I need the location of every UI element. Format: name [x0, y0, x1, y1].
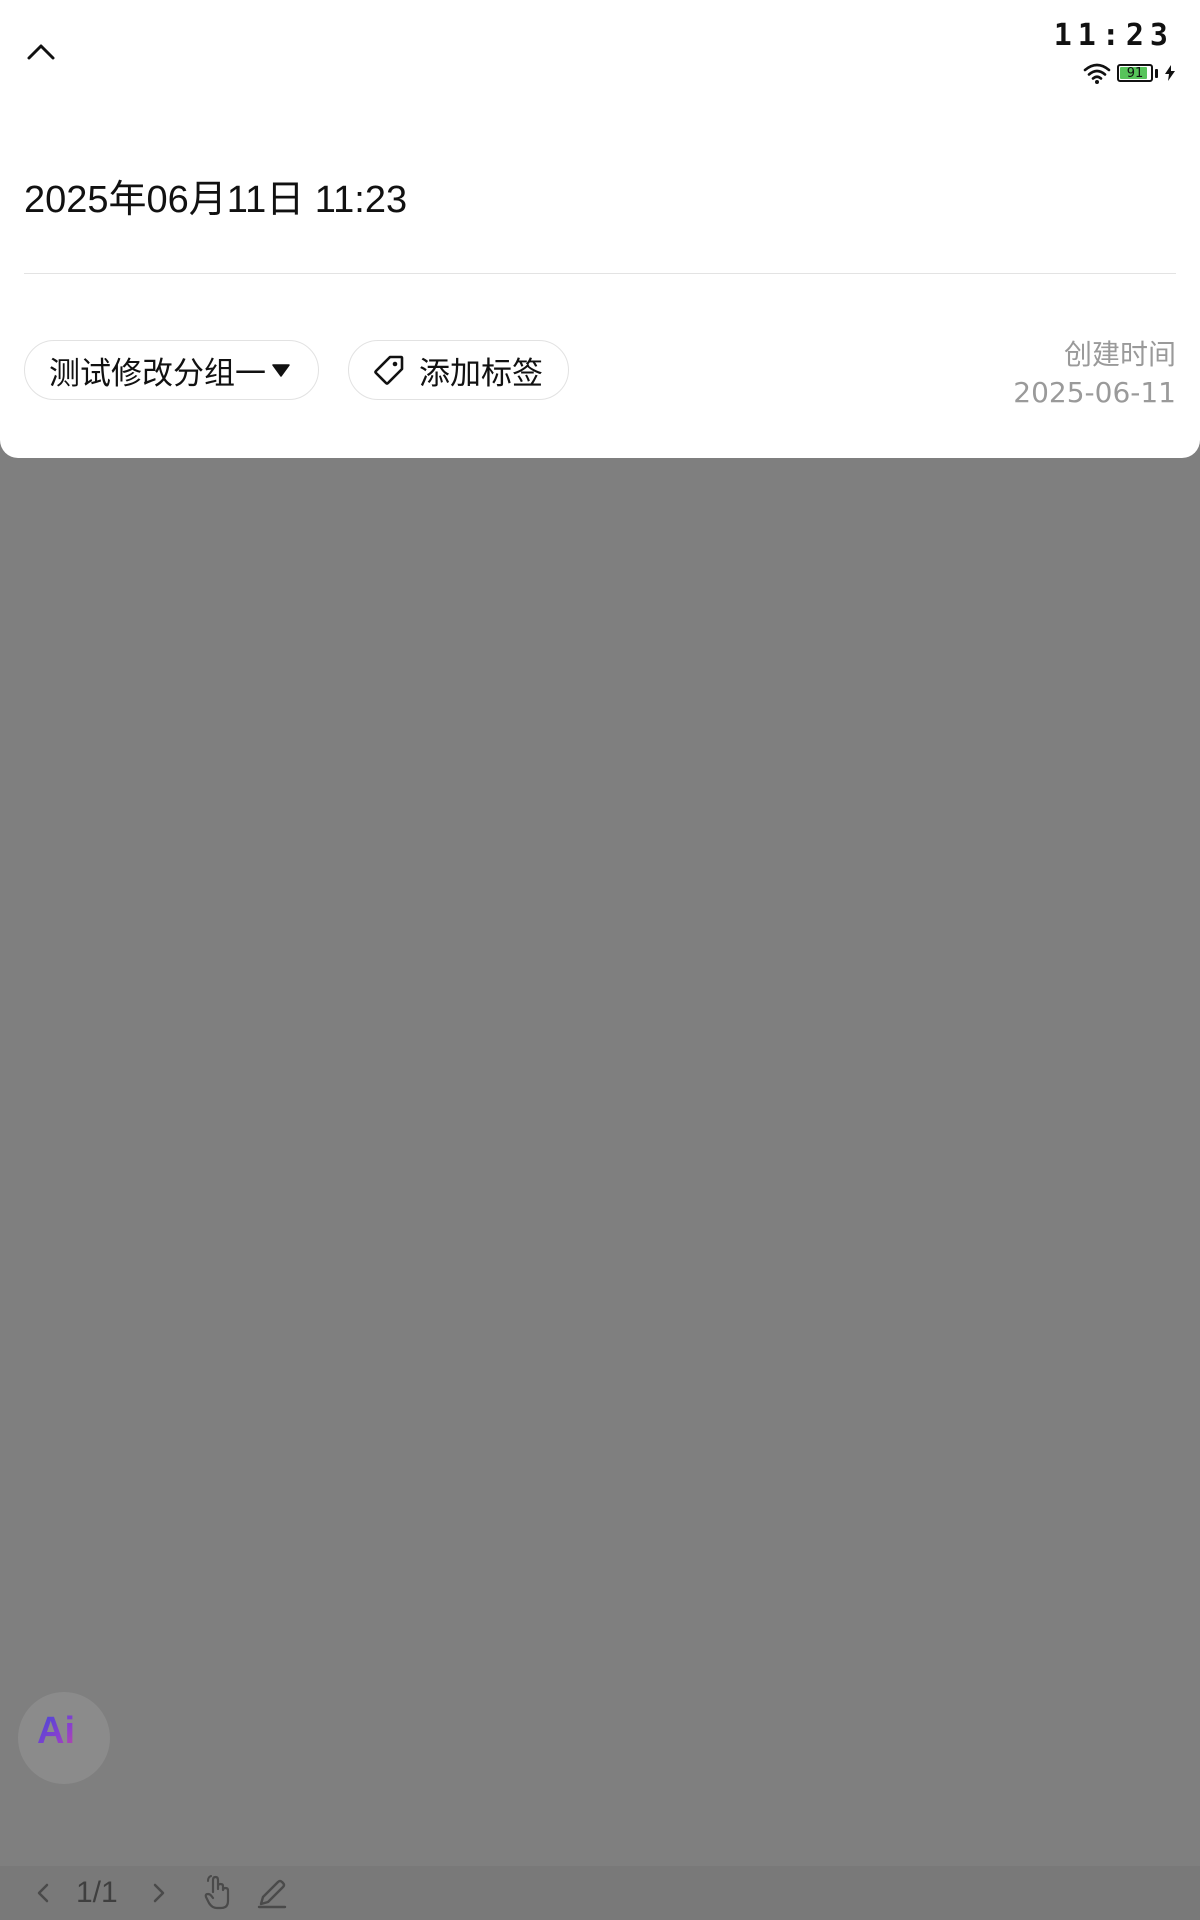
group-label: 测试修改分组一: [49, 355, 266, 392]
created-label: 创建时间: [1063, 338, 1176, 371]
collapse-button[interactable]: [18, 28, 64, 74]
wifi-icon: [1083, 63, 1111, 84]
next-page-button[interactable]: [144, 1882, 174, 1904]
add-tag-chip[interactable]: 添加标签: [348, 340, 569, 400]
pen-tool-button[interactable]: [252, 1876, 292, 1910]
charging-bolt-icon: [1165, 65, 1175, 81]
note-title[interactable]: 2025年06月11日 11:23: [24, 168, 407, 223]
group-selector-chip[interactable]: 测试修改分组一: [24, 340, 319, 400]
prev-page-button[interactable]: [28, 1882, 58, 1904]
status-icons: 91: [1083, 62, 1176, 84]
chevron-left-icon: [37, 1883, 49, 1903]
ai-label: Ai: [37, 1709, 75, 1752]
hand-pointer-icon: [204, 1875, 229, 1910]
created-info: 创建时间 2025-06-11: [1013, 336, 1176, 412]
hand-tool-button[interactable]: [198, 1875, 238, 1911]
chevron-up-icon: [27, 44, 55, 60]
title-divider: [24, 273, 1176, 274]
add-tag-label: 添加标签: [419, 355, 543, 392]
status-bar: 11:23 91: [1030, 18, 1180, 88]
pen-icon: [257, 1879, 286, 1909]
tag-icon: [373, 354, 405, 386]
battery-icon: 91: [1117, 64, 1153, 82]
caret-down-icon: [272, 363, 290, 377]
bottom-toolbar: 1/1: [0, 1866, 1200, 1920]
chevron-right-icon: [153, 1883, 164, 1903]
battery-nub: [1155, 68, 1158, 78]
page-indicator: 1/1: [76, 1876, 118, 1909]
status-time: 11:23: [1053, 18, 1174, 53]
created-date: 2025-06-11: [1013, 376, 1176, 409]
battery-level: 91: [1126, 65, 1144, 81]
note-header-sheet: 11:23 91 2025年06月11日 11:23 测试修改分组一 添加标签 …: [0, 0, 1200, 458]
ai-assistant-button[interactable]: Ai: [18, 1692, 110, 1784]
